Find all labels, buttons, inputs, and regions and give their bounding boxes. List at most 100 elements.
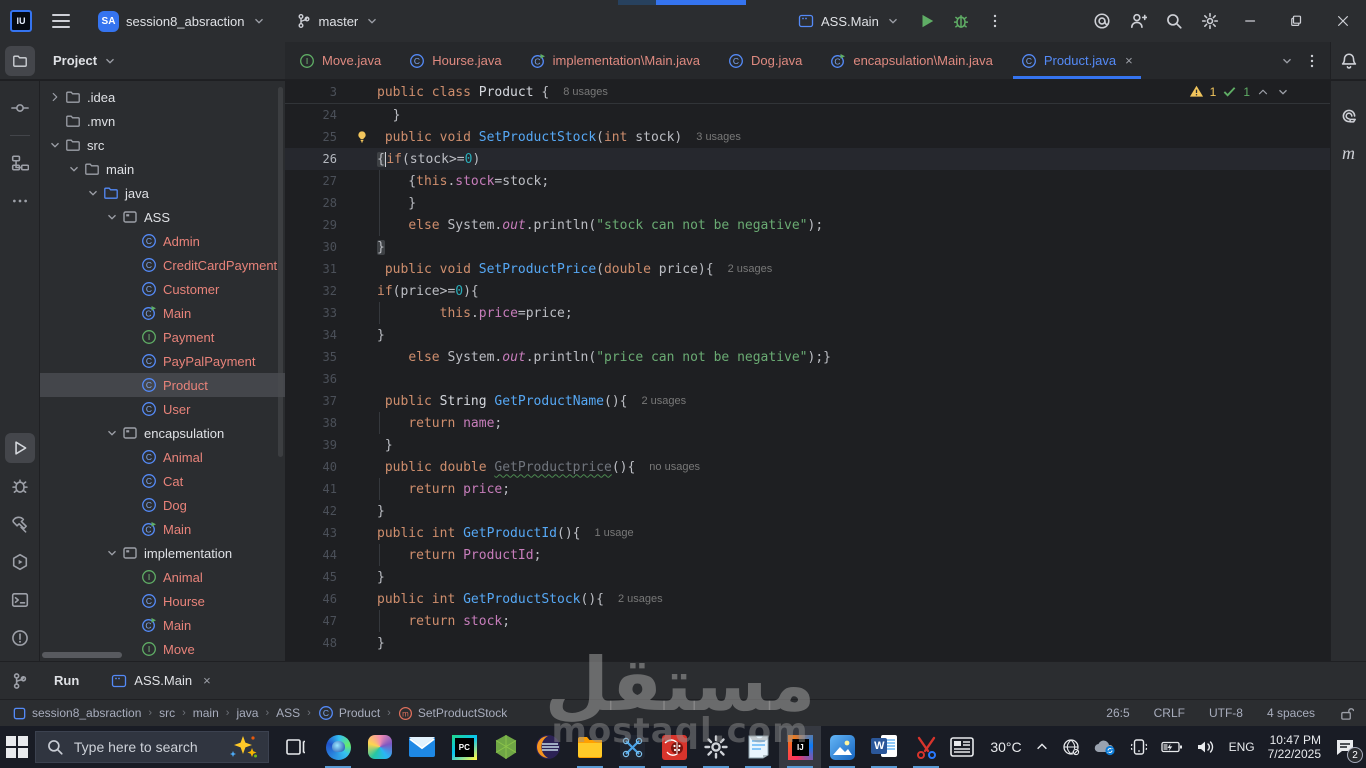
line-number[interactable]: 29	[285, 218, 351, 232]
tree-item-cat[interactable]: CCat	[40, 469, 285, 493]
taskbar-app-snip-icon[interactable]	[905, 726, 947, 768]
code-line-39[interactable]: 39 }	[285, 434, 1330, 456]
usages-hint[interactable]: 2 usages	[618, 593, 663, 605]
line-number[interactable]: 34	[285, 328, 351, 342]
project-tool-window-button[interactable]	[5, 46, 35, 76]
code-line-32[interactable]: 32if(price>=0){	[285, 280, 1330, 302]
code-line-46[interactable]: 46public int GetProductStock(){2 usages	[285, 588, 1330, 610]
taskbar-app-task-view-icon[interactable]	[275, 726, 317, 768]
git-branch-selector[interactable]: master	[288, 9, 388, 33]
code-line-36[interactable]: 36	[285, 368, 1330, 390]
problems-tool-icon[interactable]	[5, 623, 35, 653]
run-tool-icon[interactable]	[5, 433, 35, 463]
line-number[interactable]: 35	[285, 350, 351, 364]
caret-position[interactable]: 26:5	[1106, 706, 1129, 720]
debug-tool-icon[interactable]	[5, 471, 35, 501]
volume-icon[interactable]	[1196, 739, 1216, 755]
code-line-28[interactable]: 28 }	[285, 192, 1330, 214]
line-number[interactable]: 41	[285, 482, 351, 496]
line-number[interactable]: 38	[285, 416, 351, 430]
code-line-29[interactable]: 29 else System.out.println("stock can no…	[285, 214, 1330, 236]
build-tool-icon[interactable]	[5, 509, 35, 539]
line-number[interactable]: 27	[285, 174, 351, 188]
code-line-31[interactable]: 31 public void SetProductPrice(double pr…	[285, 258, 1330, 280]
main-menu-button[interactable]	[46, 10, 76, 32]
project-selector[interactable]: SA session8_absraction	[90, 7, 274, 36]
tree-item-admin[interactable]: CAdmin	[40, 229, 285, 253]
tree-item-dog[interactable]: CDog	[40, 493, 285, 517]
tree-item-animal[interactable]: CAnimal	[40, 445, 285, 469]
line-number[interactable]: 32	[285, 284, 351, 298]
taskbar-app-drone-icon[interactable]	[611, 726, 653, 768]
taskbar-app-pycharm-icon[interactable]: PC	[443, 726, 485, 768]
code-line-47[interactable]: 47 return stock;	[285, 610, 1330, 632]
editor-tab-implementation-main-java[interactable]: Cimplementation\Main.java	[516, 42, 714, 79]
notifications-bell-icon[interactable]	[1340, 52, 1358, 70]
news-widget-icon[interactable]	[947, 726, 977, 768]
editor-tab-encapsulation-main-java[interactable]: Cencapsulation\Main.java	[816, 42, 1006, 79]
taskbar-app-mail-icon[interactable]	[401, 726, 443, 768]
tree-item-user[interactable]: CUser	[40, 397, 285, 421]
code-line-26[interactable]: 26{if(stock>=0)	[285, 148, 1330, 170]
line-number[interactable]: 26	[285, 152, 351, 166]
search-everywhere-button[interactable]	[1156, 6, 1192, 36]
taskbar-search-input[interactable]: Type here to search	[35, 731, 269, 763]
run-button[interactable]	[912, 6, 942, 36]
close-icon[interactable]: ×	[1125, 53, 1133, 68]
tree-item-payment[interactable]: IPayment	[40, 325, 285, 349]
usages-hint[interactable]: 2 usages	[728, 263, 773, 275]
code-line-40[interactable]: 40 public double GetProductprice(){no us…	[285, 456, 1330, 478]
tree-item-main[interactable]: CMain	[40, 613, 285, 637]
settings-button[interactable]	[1192, 6, 1228, 36]
breadcrumb-item-main[interactable]: main	[193, 706, 219, 720]
tree-item-creditcardpayment[interactable]: CCreditCardPayment	[40, 253, 285, 277]
phone-link-icon[interactable]	[1130, 738, 1148, 756]
tree-item-product[interactable]: CProduct	[40, 373, 285, 397]
editor-tab-move-java[interactable]: IMove.java	[285, 42, 395, 79]
code-line-38[interactable]: 38 return name;	[285, 412, 1330, 434]
code-line-42[interactable]: 42}	[285, 500, 1330, 522]
code-editor[interactable]: 3public class Product {8 usages 1 1 24 }…	[285, 81, 1330, 661]
code-line-33[interactable]: 33 this.price=price;	[285, 302, 1330, 324]
next-problem-chevron-icon[interactable]	[1276, 85, 1290, 99]
usages-hint[interactable]: 1 usage	[595, 527, 634, 539]
tree-item-java[interactable]: java	[40, 181, 285, 205]
structure-tool-icon[interactable]	[5, 148, 35, 178]
intention-bulb-icon[interactable]	[355, 130, 369, 144]
close-icon[interactable]: ×	[203, 673, 211, 688]
line-number[interactable]: 47	[285, 614, 351, 628]
line-number[interactable]: 33	[285, 306, 351, 320]
taskbar-app-explorer-icon[interactable]	[569, 726, 611, 768]
code-line-43[interactable]: 43public int GetProductId(){1 usage	[285, 522, 1330, 544]
editor-tab-hourse-java[interactable]: CHourse.java	[395, 42, 515, 79]
git-tool-window-button[interactable]	[0, 662, 40, 699]
minimize-button[interactable]	[1228, 0, 1274, 42]
network-globe-icon[interactable]	[1062, 738, 1080, 756]
editor-tab-dog-java[interactable]: CDog.java	[714, 42, 816, 79]
maven-tool-icon[interactable]: m	[1342, 143, 1355, 164]
unlock-icon[interactable]	[1339, 706, 1354, 721]
line-number[interactable]: 37	[285, 394, 351, 408]
code-line-24[interactable]: 24 }	[285, 104, 1330, 126]
line-number[interactable]: 46	[285, 592, 351, 606]
tree-item-paypalpayment[interactable]: CPayPalPayment	[40, 349, 285, 373]
ai-assistant-tool-icon[interactable]	[1340, 107, 1358, 125]
tree-item-implementation[interactable]: implementation	[40, 541, 285, 565]
line-number[interactable]: 39	[285, 438, 351, 452]
taskbar-app-eclipse-icon[interactable]	[527, 726, 569, 768]
tree-item-encapsulation[interactable]: encapsulation	[40, 421, 285, 445]
code-line-34[interactable]: 34}	[285, 324, 1330, 346]
battery-icon[interactable]	[1161, 740, 1183, 754]
hidden-tabs-chevron-icon[interactable]	[1280, 54, 1294, 68]
line-number[interactable]: 42	[285, 504, 351, 518]
taskbar-app-copilot-icon[interactable]	[359, 726, 401, 768]
breadcrumb-item-product[interactable]: CProduct	[318, 705, 380, 721]
taskbar-app-edge-icon[interactable]	[317, 726, 359, 768]
tree-item-.mvn[interactable]: .mvn	[40, 109, 285, 133]
action-center-icon[interactable]: 2	[1334, 736, 1356, 758]
onedrive-icon[interactable]	[1093, 738, 1117, 756]
line-ending[interactable]: CRLF	[1154, 706, 1185, 720]
sticky-line-number[interactable]: 3	[285, 85, 351, 99]
debug-button[interactable]	[946, 6, 976, 36]
temperature[interactable]: 30°C	[990, 739, 1021, 755]
